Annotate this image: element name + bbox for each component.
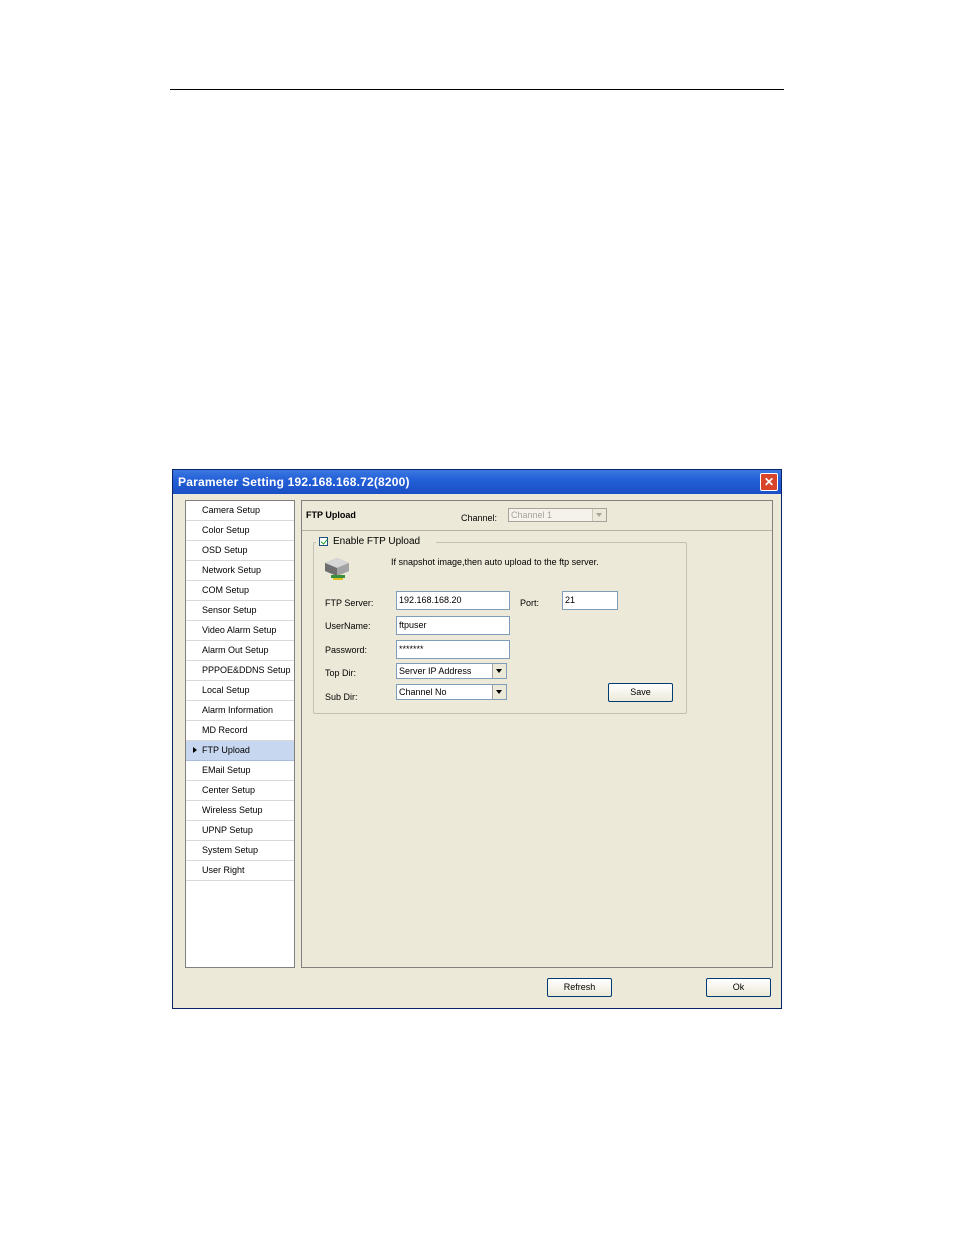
- nav-item-label: MD Record: [202, 725, 248, 735]
- top-dir-select[interactable]: Server IP Address: [396, 663, 507, 679]
- nav-item-alarm-out-setup[interactable]: Alarm Out Setup: [186, 641, 294, 661]
- enable-ftp-upload-checkbox[interactable]: Enable FTP Upload: [316, 534, 437, 548]
- nav-item-user-right[interactable]: User Right: [186, 861, 294, 881]
- enable-ftp-upload-label: Enable FTP Upload: [333, 535, 421, 547]
- nav-item-label: Local Setup: [202, 685, 250, 695]
- nav-item-label: COM Setup: [202, 585, 250, 595]
- top-dir-label: Top Dir:: [325, 668, 357, 678]
- nav-item-video-alarm-setup[interactable]: Video Alarm Setup: [186, 621, 294, 641]
- nav-item-label: Network Setup: [202, 565, 262, 575]
- nav-item-pppoe-ddns-setup[interactable]: PPPOE&DDNS Setup: [186, 661, 294, 681]
- password-input[interactable]: *******: [396, 640, 510, 659]
- nav-item-osd-setup[interactable]: OSD Setup: [186, 541, 294, 561]
- checkbox-checked-icon[interactable]: [319, 536, 328, 546]
- nav-item-center-setup[interactable]: Center Setup: [186, 781, 294, 801]
- nav-item-sensor-setup[interactable]: Sensor Setup: [186, 601, 294, 621]
- port-input[interactable]: 21: [562, 591, 618, 610]
- title-bar[interactable]: Parameter Setting 192.168.168.72(8200) ✕: [173, 470, 781, 494]
- nav-item-label: System Setup: [202, 845, 259, 855]
- top-dir-select-value: Server IP Address: [399, 666, 472, 676]
- nav-item-label: OSD Setup: [202, 545, 248, 555]
- nav-item-label: PPPOE&DDNS Setup: [202, 665, 291, 675]
- nav-item-ftp-upload[interactable]: FTP Upload: [186, 741, 294, 761]
- username-label: UserName:: [325, 621, 371, 631]
- nav-item-label: EMail Setup: [202, 765, 251, 775]
- nav-item-network-setup[interactable]: Network Setup: [186, 561, 294, 581]
- ok-button[interactable]: Ok: [706, 978, 771, 997]
- nav-item-label: Video Alarm Setup: [202, 625, 277, 635]
- panel-title: FTP Upload: [306, 510, 356, 520]
- nav-item-label: Wireless Setup: [202, 805, 263, 815]
- parameter-setting-window: Parameter Setting 192.168.168.72(8200) ✕…: [172, 469, 782, 1009]
- sub-dir-select[interactable]: Channel No: [396, 684, 507, 700]
- password-label: Password:: [325, 645, 368, 655]
- auto-upload-hint: If snapshot image,then auto upload to th…: [391, 557, 599, 567]
- ftp-server-input[interactable]: 192.168.168.20: [396, 591, 510, 610]
- nav-item-color-setup[interactable]: Color Setup: [186, 521, 294, 541]
- nav-item-label: FTP Upload: [202, 745, 250, 755]
- panel-header: FTP Upload Channel: Channel 1: [302, 501, 772, 531]
- nav-item-label: UPNP Setup: [202, 825, 253, 835]
- chevron-down-icon[interactable]: [492, 685, 506, 699]
- nav-item-label: User Right: [202, 865, 245, 875]
- channel-label: Channel:: [461, 513, 498, 523]
- nav-item-label: Alarm Out Setup: [202, 645, 269, 655]
- refresh-button[interactable]: Refresh: [547, 978, 612, 997]
- ftp-upload-panel: FTP Upload Channel: Channel 1 Enable FTP…: [301, 500, 773, 968]
- server-drive-icon: [325, 558, 349, 580]
- nav-item-camera-setup[interactable]: Camera Setup: [186, 501, 294, 521]
- nav-item-label: Alarm Information: [202, 705, 274, 715]
- settings-nav-list: Camera Setup Color Setup OSD Setup Network …: [185, 500, 295, 968]
- nav-item-label: Center Setup: [202, 785, 256, 795]
- nav-item-com-setup[interactable]: COM Setup: [186, 581, 294, 601]
- nav-item-label: Color Setup: [202, 525, 250, 535]
- nav-item-local-setup[interactable]: Local Setup: [186, 681, 294, 701]
- chevron-down-icon[interactable]: [492, 664, 506, 678]
- chevron-right-icon: [193, 747, 197, 753]
- channel-select-value: Channel 1: [511, 510, 553, 520]
- username-input[interactable]: ftpuser: [396, 616, 510, 635]
- ftp-server-label: FTP Server:: [325, 598, 374, 608]
- sub-dir-select-value: Channel No: [399, 687, 447, 697]
- close-icon[interactable]: ✕: [760, 473, 778, 491]
- nav-item-email-setup[interactable]: EMail Setup: [186, 761, 294, 781]
- port-label: Port:: [520, 598, 540, 608]
- page-header-rule: [170, 89, 784, 90]
- chevron-down-icon: [592, 509, 606, 521]
- nav-item-label: Camera Setup: [202, 505, 261, 515]
- window-title: Parameter Setting 192.168.168.72(8200): [178, 475, 410, 489]
- save-button[interactable]: Save: [608, 683, 673, 702]
- channel-select[interactable]: Channel 1: [508, 508, 607, 522]
- nav-item-label: Sensor Setup: [202, 605, 257, 615]
- nav-item-system-setup[interactable]: System Setup: [186, 841, 294, 861]
- nav-item-alarm-information[interactable]: Alarm Information: [186, 701, 294, 721]
- nav-item-wireless-setup[interactable]: Wireless Setup: [186, 801, 294, 821]
- dialog-body: Camera Setup Color Setup OSD Setup Network …: [176, 494, 778, 1005]
- nav-item-upnp-setup[interactable]: UPNP Setup: [186, 821, 294, 841]
- nav-item-md-record[interactable]: MD Record: [186, 721, 294, 741]
- sub-dir-label: Sub Dir:: [325, 692, 358, 702]
